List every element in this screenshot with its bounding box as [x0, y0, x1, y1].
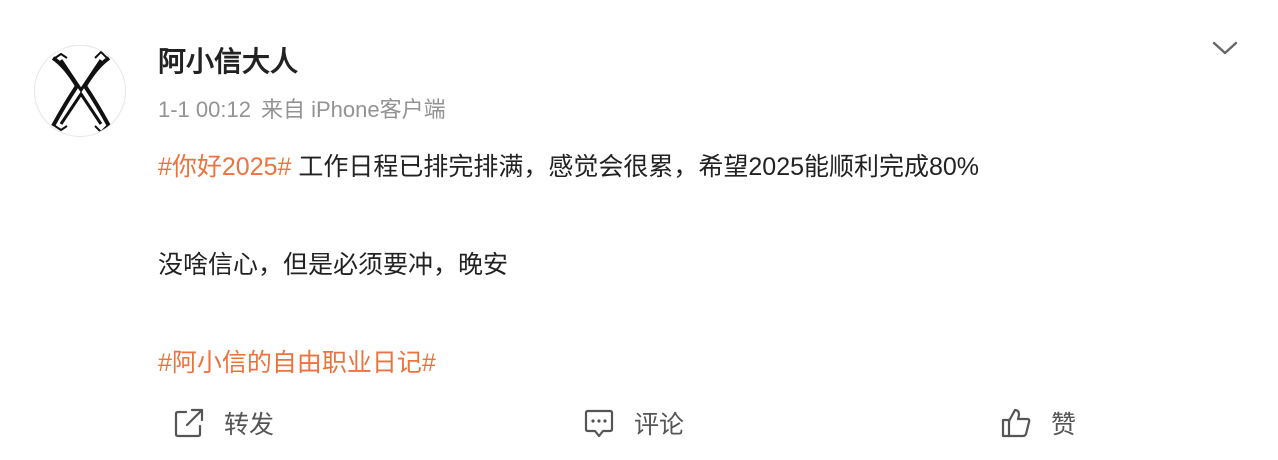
post-meta: 1-1 00:12 来自 iPhone客户端	[158, 94, 456, 126]
action-bar: 转发 评论 赞	[0, 400, 1278, 446]
chevron-down-icon[interactable]	[1208, 34, 1242, 62]
x-logo-avatar	[51, 50, 111, 134]
like-button[interactable]: 赞	[999, 400, 1076, 446]
topic-link[interactable]: #你好2025#	[158, 153, 291, 181]
post-time[interactable]: 1-1 00:12	[158, 97, 251, 122]
repost-icon	[174, 408, 204, 438]
comment-button[interactable]: 评论	[582, 400, 684, 446]
thumbs-up-icon	[1001, 408, 1031, 438]
post-line-1: #你好2025# 工作日程已排完排满，感觉会很累，希望2025能顺利完成80%	[158, 147, 1238, 187]
post-source: 来自 iPhone客户端	[260, 97, 446, 122]
repost-label: 转发	[224, 411, 275, 439]
post-line-3: #阿小信的自由职业日记#	[158, 343, 1238, 383]
comment-icon	[584, 409, 614, 438]
username[interactable]: 阿小信大人	[158, 44, 298, 80]
like-label: 赞	[1051, 411, 1077, 439]
post-text-1: 工作日程已排完排满，感觉会很累，希望2025能顺利完成80%	[291, 153, 980, 181]
comment-label: 评论	[634, 411, 685, 439]
topic-link[interactable]: #阿小信的自由职业日记#	[158, 349, 436, 377]
repost-button[interactable]: 转发	[172, 400, 274, 446]
post-content: #你好2025# 工作日程已排完排满，感觉会很累，希望2025能顺利完成80% …	[158, 147, 1238, 383]
post-line-2: 没啥信心，但是必须要冲，晚安	[158, 251, 509, 279]
avatar[interactable]	[34, 45, 126, 137]
